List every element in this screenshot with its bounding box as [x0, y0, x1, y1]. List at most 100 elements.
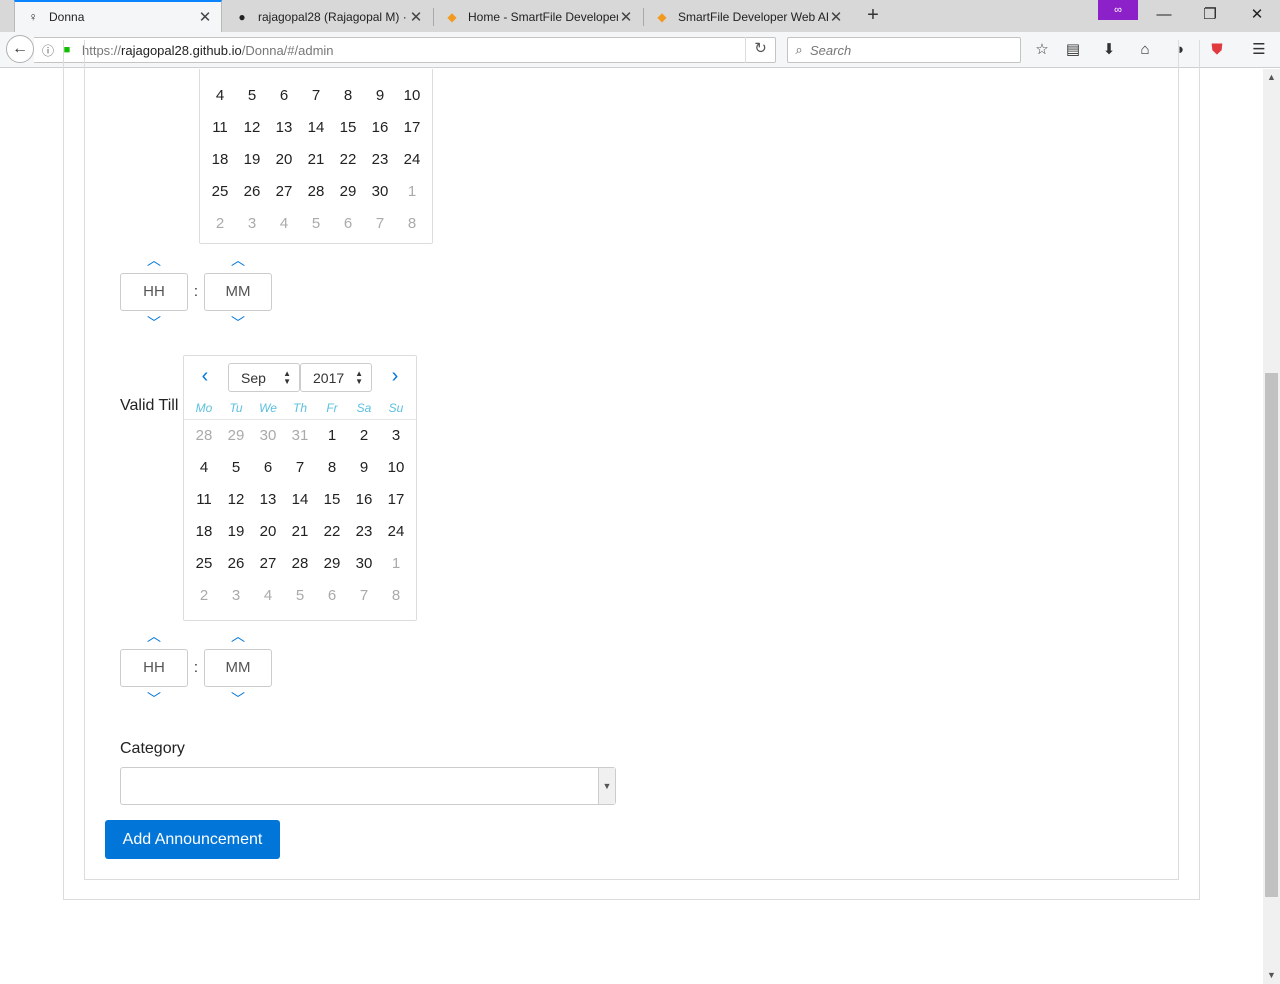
category-select[interactable]: ▼	[120, 767, 616, 805]
calendar-day[interactable]: 5	[284, 580, 316, 612]
calendar-day[interactable]: 13	[252, 484, 284, 516]
close-tab-icon[interactable]: ✕	[828, 8, 844, 26]
calendar-day[interactable]: 22	[332, 144, 364, 176]
calendar-day[interactable]: 13	[268, 112, 300, 144]
month-select[interactable]: Sep ▲ ▼	[228, 363, 300, 392]
calendar-day[interactable]: 3	[236, 208, 268, 240]
calendar-day[interactable]: 10	[396, 80, 428, 112]
calendar-day[interactable]: 16	[364, 112, 396, 144]
calendar-day[interactable]: 5	[236, 80, 268, 112]
calendar-day[interactable]: 4	[268, 208, 300, 240]
calendar-day[interactable]: 29	[316, 548, 348, 580]
calendar-day[interactable]: 29	[220, 420, 252, 452]
calendar-day[interactable]: 16	[348, 484, 380, 516]
minutes-input[interactable]: MM	[204, 273, 272, 311]
calendar-day[interactable]: 6	[316, 580, 348, 612]
calendar-day[interactable]: 15	[316, 484, 348, 516]
calendar-day[interactable]: 28	[300, 176, 332, 208]
calendar-day[interactable]: 26	[220, 548, 252, 580]
hour-up-chevron-icon[interactable]: ︿	[142, 628, 166, 644]
calendar-day[interactable]: 1	[316, 420, 348, 452]
calendar-day[interactable]: 30	[364, 176, 396, 208]
calendar-day[interactable]: 9	[348, 452, 380, 484]
calendar-day[interactable]: 18	[188, 516, 220, 548]
calendar-day[interactable]: 24	[380, 516, 412, 548]
shield-icon[interactable]: ⛊	[1206, 40, 1228, 60]
calendar-day[interactable]: 28	[284, 548, 316, 580]
calendar-day[interactable]: 3	[380, 420, 412, 452]
hour-down-chevron-icon[interactable]: ﹀	[142, 691, 166, 707]
calendar-day[interactable]: 23	[364, 144, 396, 176]
hour-up-chevron-icon[interactable]: ︿	[142, 252, 166, 268]
calendar-day[interactable]: 1	[332, 69, 364, 75]
close-tab-icon[interactable]: ✕	[408, 8, 424, 26]
calendar-day[interactable]: 6	[252, 452, 284, 484]
calendar-day[interactable]: 30	[252, 420, 284, 452]
calendar-day[interactable]: 12	[236, 112, 268, 144]
minimize-button[interactable]: —	[1141, 4, 1187, 26]
hour-down-chevron-icon[interactable]: ﹀	[142, 315, 166, 331]
minutes-input[interactable]: MM	[204, 649, 272, 687]
calendar-day[interactable]: 7	[364, 208, 396, 240]
back-button[interactable]: ←	[6, 35, 34, 63]
calendar-day[interactable]: 9	[364, 80, 396, 112]
calendar-day[interactable]: 2	[348, 420, 380, 452]
info-icon[interactable]: ⓘ	[40, 42, 56, 59]
hours-input[interactable]: HH	[120, 273, 188, 311]
calendar-day[interactable]: 6	[332, 208, 364, 240]
calendar-day[interactable]: 17	[380, 484, 412, 516]
next-month-chevron-icon[interactable]: ›	[385, 366, 405, 386]
calendar-day[interactable]: 20	[252, 516, 284, 548]
calendar-day[interactable]: 30	[268, 69, 300, 75]
calendar-day[interactable]: 5	[300, 208, 332, 240]
menu-icon[interactable]: ☰	[1248, 40, 1270, 60]
calendar-day[interactable]: 4	[188, 452, 220, 484]
calendar-day[interactable]: 4	[252, 580, 284, 612]
calendar-day[interactable]: 3	[396, 69, 428, 75]
calendar-day[interactable]: 7	[284, 452, 316, 484]
minute-down-chevron-icon[interactable]: ﹀	[226, 315, 250, 331]
calendar-day[interactable]: 6	[268, 80, 300, 112]
close-tab-icon[interactable]: ✕	[197, 8, 213, 26]
calendar-day[interactable]: 21	[300, 144, 332, 176]
calendar-day[interactable]: 15	[332, 112, 364, 144]
calendar-day[interactable]: 11	[188, 484, 220, 516]
calendar-day[interactable]: 3	[220, 580, 252, 612]
calendar-day[interactable]: 14	[300, 112, 332, 144]
calendar-day[interactable]: 1	[380, 548, 412, 580]
calendar-day[interactable]: 27	[252, 548, 284, 580]
new-tab-button[interactable]: +	[862, 4, 884, 26]
calendar-day[interactable]: 8	[396, 208, 428, 240]
calendar-day[interactable]: 2	[364, 69, 396, 75]
calendar-day[interactable]: 24	[396, 144, 428, 176]
prev-month-chevron-icon[interactable]: ‹	[195, 366, 215, 386]
calendar-day[interactable]: 26	[236, 176, 268, 208]
calendar-day[interactable]: 8	[316, 452, 348, 484]
hours-input[interactable]: HH	[120, 649, 188, 687]
minute-up-chevron-icon[interactable]: ︿	[226, 628, 250, 644]
calendar-day[interactable]: 29	[236, 69, 268, 75]
calendar-day[interactable]: 5	[220, 452, 252, 484]
calendar-day[interactable]: 20	[268, 144, 300, 176]
add-announcement-button[interactable]: Add Announcement	[105, 820, 280, 859]
tab-donna[interactable]: ♀ Donna ✕	[14, 0, 222, 32]
minute-up-chevron-icon[interactable]: ︿	[226, 252, 250, 268]
calendar-day[interactable]: 25	[188, 548, 220, 580]
year-select[interactable]: 2017 ▲ ▼	[300, 363, 372, 392]
minute-down-chevron-icon[interactable]: ﹀	[226, 691, 250, 707]
calendar-day[interactable]: 18	[204, 144, 236, 176]
calendar-day[interactable]: 19	[236, 144, 268, 176]
calendar-day[interactable]: 14	[284, 484, 316, 516]
calendar-day[interactable]: 8	[332, 80, 364, 112]
calendar-day[interactable]: 19	[220, 516, 252, 548]
calendar-day[interactable]: 25	[204, 176, 236, 208]
calendar-day[interactable]: 21	[284, 516, 316, 548]
calendar-day[interactable]: 1	[396, 176, 428, 208]
close-window-button[interactable]: ✕	[1234, 4, 1280, 26]
scroll-up-icon[interactable]: ▲	[1263, 69, 1280, 86]
page-scrollbar[interactable]: ▲ ▼	[1263, 69, 1280, 984]
dropdown-arrow-icon[interactable]: ▼	[598, 768, 615, 804]
calendar-day[interactable]: 7	[348, 580, 380, 612]
close-tab-icon[interactable]: ✕	[618, 8, 634, 26]
calendar-day[interactable]: 31	[284, 420, 316, 452]
